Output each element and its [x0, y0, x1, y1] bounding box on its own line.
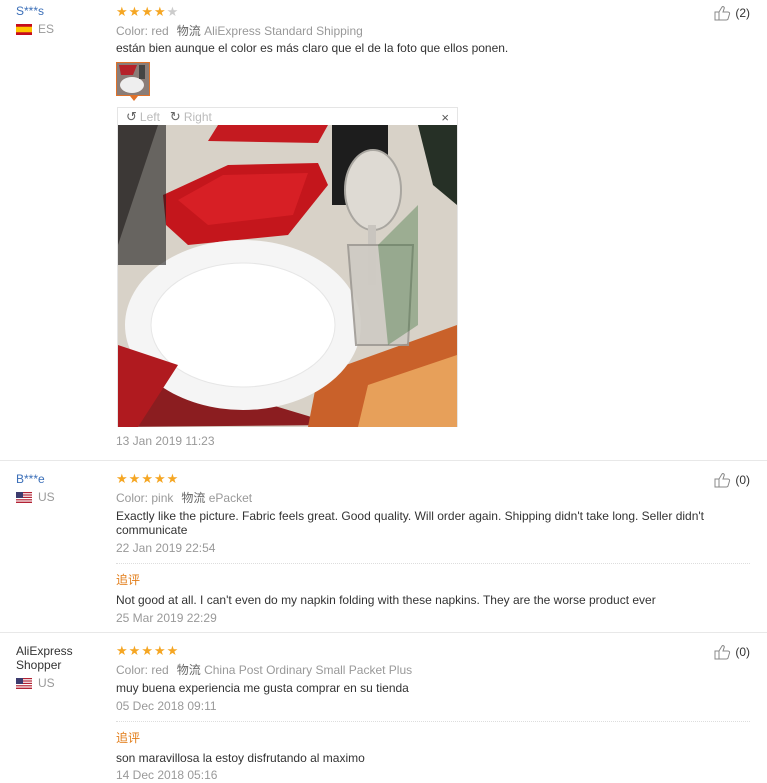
followup-text: son maravillosa la estoy disfrutando al …: [116, 751, 365, 765]
star-icon: ★: [128, 643, 141, 658]
review-text: Exactly like the picture. Fabric feels g…: [116, 509, 704, 537]
star-rating: ★ ★ ★ ★ ★: [116, 644, 178, 657]
review-date: 13 Jan 2019 11:23: [116, 434, 215, 448]
reviewer-name[interactable]: S***s: [16, 4, 111, 18]
star-rating: ★ ★ ★ ★ ★: [116, 472, 178, 485]
star-icon: ★: [153, 643, 166, 658]
reviewer-country: US: [16, 490, 111, 504]
thumbnail-caret: [130, 96, 138, 101]
helpful-button[interactable]: (0): [714, 472, 750, 488]
followup-text: Not good at all. I can't even do my napk…: [116, 593, 656, 607]
star-empty-icon: ★: [166, 4, 179, 19]
reviewer-country: US: [16, 676, 111, 690]
country-code: US: [38, 490, 55, 504]
review-divider: [0, 460, 767, 461]
followup-date: 25 Mar 2019 22:29: [116, 611, 217, 625]
star-icon: ★: [141, 643, 153, 658]
star-icon: ★: [128, 471, 141, 486]
helpful-count: (0): [735, 645, 750, 659]
reviewer-name: AliExpress Shopper: [16, 644, 73, 672]
helpful-button[interactable]: (2): [714, 5, 750, 21]
rotate-right-icon: ↻: [169, 108, 181, 124]
helpful-count: (0): [735, 473, 750, 487]
rotate-left-icon: ↺: [126, 108, 137, 124]
photo-viewer: ↺ Left ↻ Right ×: [117, 107, 458, 427]
reviewer-name[interactable]: B***e: [16, 472, 111, 486]
order-info: Color: red 物流 China Post Ordinary Small P…: [116, 663, 413, 677]
followup-divider: [116, 563, 750, 564]
followup-label: 追评: [116, 731, 141, 745]
star-icon: ★: [141, 471, 153, 486]
review-photo-thumbnail[interactable]: [116, 62, 150, 96]
reviewer-info: AliExpress Shopper US: [16, 644, 111, 690]
reviewer-info: B***e US: [16, 472, 111, 504]
review-divider: [0, 632, 767, 633]
reviewer-country: ES: [16, 22, 111, 36]
star-icon: ★: [153, 4, 166, 19]
review-text: están bien aunque el color es más claro …: [116, 41, 509, 55]
thumbs-up-icon: [714, 473, 731, 488]
star-icon: ★: [141, 4, 153, 19]
star-icon: ★: [116, 471, 128, 486]
star-icon: ★: [166, 643, 179, 658]
thumbs-up-icon: [714, 6, 731, 21]
reviewer-info: S***s ES: [16, 4, 111, 36]
followup-date: 14 Dec 2018 05:16: [116, 768, 218, 782]
order-info: Color: pink 物流 ePacket: [116, 491, 253, 505]
star-rating: ★ ★ ★ ★ ★: [116, 5, 178, 18]
star-icon: ★: [153, 471, 166, 486]
helpful-count: (2): [735, 6, 750, 20]
star-icon: ★: [116, 4, 128, 19]
review-text: muy buena experiencia me gusta comprar e…: [116, 681, 409, 695]
spain-flag-icon: [16, 23, 32, 35]
country-code: ES: [38, 22, 55, 36]
followup-divider: [116, 721, 750, 722]
star-icon: ★: [116, 643, 128, 658]
us-flag-icon: [16, 677, 32, 689]
followup-label: 追评: [116, 573, 141, 587]
viewer-toolbar: ↺ Left ↻ Right ×: [118, 108, 457, 126]
rotate-left-button[interactable]: ↺ Left: [126, 109, 160, 125]
star-icon: ★: [166, 471, 179, 486]
country-code: US: [38, 676, 55, 690]
star-icon: ★: [128, 4, 141, 19]
order-info: Color: red 物流 AliExpress Standard Shippin…: [116, 24, 363, 38]
review-date: 05 Dec 2018 09:11: [116, 699, 217, 713]
review-date: 22 Jan 2019 22:54: [116, 541, 216, 555]
us-flag-icon: [16, 491, 32, 503]
close-icon[interactable]: ×: [441, 110, 449, 125]
review-photo: [118, 125, 457, 427]
helpful-button[interactable]: (0): [714, 644, 750, 660]
rotate-right-button[interactable]: ↻ Right: [170, 109, 212, 125]
thumbs-up-icon: [714, 645, 731, 660]
